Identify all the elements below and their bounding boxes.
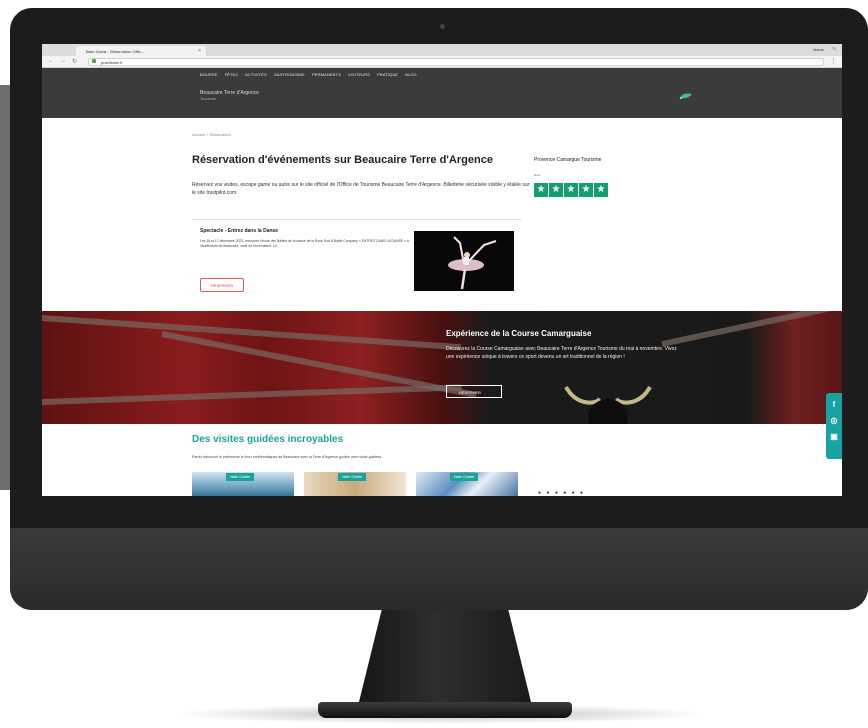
scene: Bwin Guest - Réservation Offic... × Name… (0, 0, 868, 728)
star-icon: ★ (534, 183, 548, 197)
tour-card[interactable]: Visite Guidée (304, 472, 406, 496)
trustpilot-stars[interactable]: ★ ★ ★ ★ ★ (534, 179, 609, 197)
nav-item-gastronomie[interactable]: GASTRONOMIE (274, 72, 305, 77)
section-title: Des visites guidées incroyables (192, 434, 344, 445)
tour-badge: Visite Guidée (338, 473, 366, 481)
carousel-dots[interactable]: ● ● ● ● ● ● (538, 490, 585, 496)
site-logo[interactable]: Beaucaire Terre d'Argence Tourisme (200, 90, 259, 102)
star-icon: ★ (564, 183, 578, 197)
event-card: Spectacle - Entrez dans la Danse Les 16 … (192, 219, 522, 301)
monitor-chin (10, 528, 868, 610)
nav-item-permanents[interactable]: PERMANENTS (312, 72, 341, 77)
browser-user-name[interactable]: Name (813, 47, 824, 52)
star-icon: ★ (594, 183, 608, 197)
tour-card[interactable]: Visite Guidée (192, 472, 294, 496)
dancer-image[interactable] (414, 231, 514, 291)
nav-item-visiteurs[interactable]: VISITEURS (348, 72, 370, 77)
fence-bar (42, 384, 462, 405)
bull-illustration (564, 385, 652, 424)
site-nav: BOURSE FÊTES ACTIVITÉS GASTRONOMIE PERMA… (200, 72, 423, 77)
nav-item-fetes[interactable]: FÊTES (225, 72, 238, 77)
reserve-button[interactable]: RÉSERVER (200, 278, 244, 292)
hero-reserve-button[interactable]: RÉSERVER (446, 385, 502, 398)
back-button[interactable]: ← (48, 58, 54, 64)
star-icon: ★ (579, 183, 593, 197)
section-subtitle: Partez découvrir le patrimoine le lieux … (192, 455, 383, 459)
event-description: Les 16 et 17 décembre 2023, retrouvez l'… (200, 239, 409, 248)
nav-item-blog[interactable]: BLOG (405, 72, 417, 77)
hero-banner: Expérience de la Course Camarguaise Déco… (42, 311, 842, 424)
nav-item-bourse[interactable]: BOURSE (200, 72, 218, 77)
star-icon: ★ (549, 183, 563, 197)
rating-title: Provence Camargue Tourisme (534, 157, 602, 163)
tab-title: Bwin Guest - Réservation Offic... (86, 49, 144, 54)
browser-tab[interactable]: Bwin Guest - Réservation Offic... × (76, 46, 206, 56)
hero-text: Découvrez la Course Camarguaise avec Bea… (446, 346, 677, 360)
dancer-illustration (414, 231, 514, 291)
nav-item-pratique[interactable]: PRATIQUE (377, 72, 398, 77)
share-icon[interactable]: ▣ (826, 432, 842, 441)
fence-bar (42, 315, 462, 351)
fence-bar (661, 311, 842, 347)
breadcrumb[interactable]: Accueil > Réservation (192, 132, 231, 137)
extension-icon[interactable]: ✎ (832, 46, 837, 53)
event-title[interactable]: Spectacle - Entrez dans la Danse (200, 228, 278, 234)
monitor-stand (357, 610, 533, 710)
page-title: Réservation d'événements sur Beaucaire T… (192, 154, 493, 166)
tab-bar: Bwin Guest - Réservation Offic... × Name… (42, 44, 842, 61)
address-bar: ← → ↻ pushflowe.fr ⋮ (42, 56, 842, 68)
tour-badge: Visite Guidée (226, 473, 254, 481)
lock-icon (92, 59, 96, 63)
url-input[interactable]: pushflowe.fr (88, 58, 824, 66)
tour-badge: Visite Guidée (450, 473, 478, 481)
window-controls (48, 48, 68, 61)
nav-item-activites[interactable]: ACTIVITÉS (245, 72, 267, 77)
hero-title: Expérience de la Course Camarguaise (446, 329, 592, 338)
social-bar: f ◎ ▣ (826, 393, 842, 459)
browser-menu-icon[interactable]: ⋮ (830, 57, 837, 65)
instagram-icon[interactable]: ◎ (826, 416, 842, 425)
camera-icon (440, 24, 445, 29)
rating-note: Note (534, 173, 541, 177)
facebook-icon[interactable]: f (826, 400, 842, 409)
tab-close-icon[interactable]: × (198, 48, 201, 54)
forward-button[interactable]: → (60, 58, 66, 64)
browser-window: Bwin Guest - Réservation Offic... × Name… (42, 44, 842, 496)
logo-subtitle: Tourisme (200, 96, 217, 101)
reload-button[interactable]: ↻ (72, 58, 77, 65)
monitor-stand-base (318, 702, 572, 718)
site-header: BOURSE FÊTES ACTIVITÉS GASTRONOMIE PERMA… (42, 68, 842, 118)
tour-card[interactable]: Visite Guidée (416, 472, 518, 496)
intro-text: Réservez vos visites, escape game ou aut… (192, 182, 530, 196)
leaf-icon (679, 93, 692, 100)
